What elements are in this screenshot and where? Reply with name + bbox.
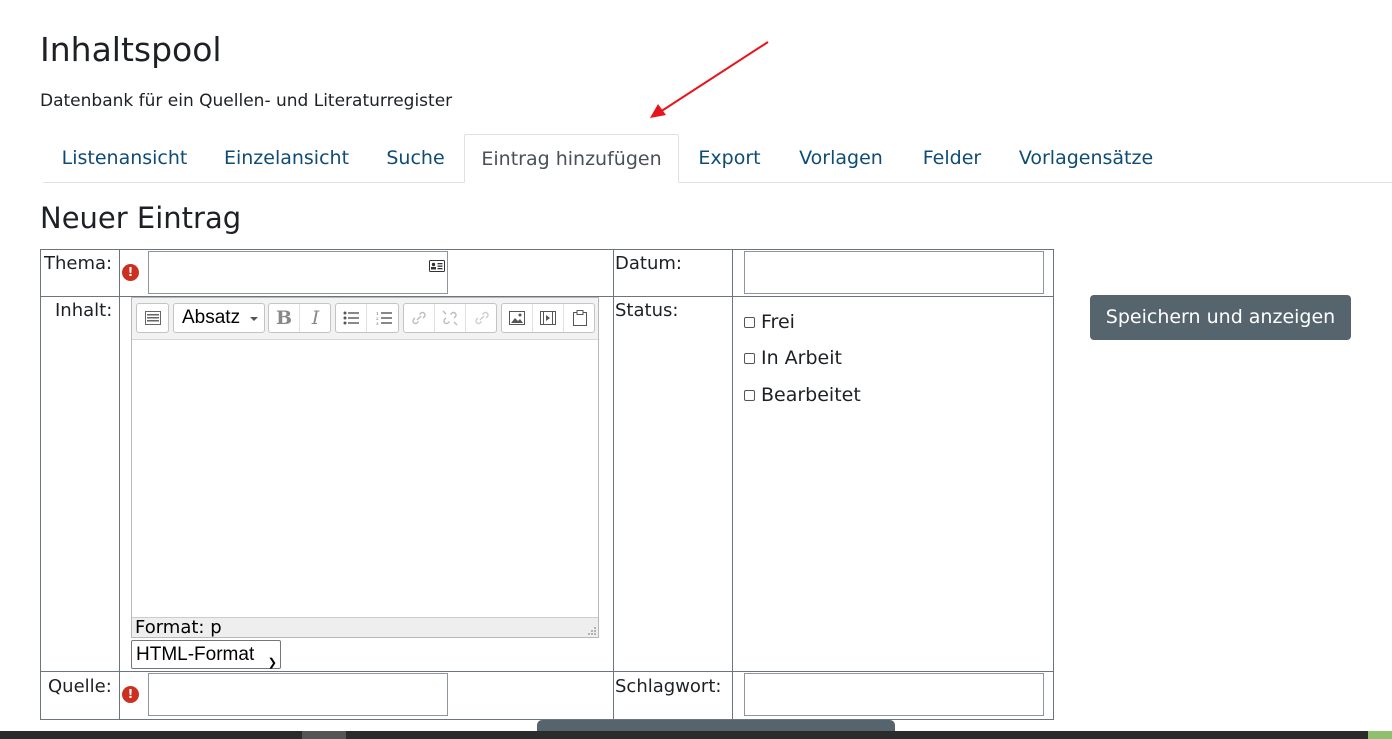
toolbar-group [136, 303, 169, 333]
taskbar-indicator [1368, 731, 1392, 739]
tab-felder[interactable]: Felder [902, 134, 1002, 182]
inhalt-label: Inhalt: [55, 300, 113, 321]
status-option-bearbeitet[interactable]: Bearbeitet [744, 384, 861, 406]
format-select[interactable]: HTML-Format ❯ [131, 640, 281, 669]
format-select-value: HTML-Format [136, 644, 255, 665]
statusbar-text: Format: p [135, 617, 222, 638]
bullet-list-icon[interactable] [336, 304, 367, 332]
bottom-taskbar [0, 731, 1392, 739]
italic-icon[interactable]: I [300, 304, 331, 332]
toolbar-group [501, 303, 595, 333]
checkbox-label: In Arbeit [761, 347, 842, 369]
tab-bar: Listenansicht Einzelansicht Suche Eintra… [43, 134, 1392, 183]
required-icon: ! [122, 686, 139, 703]
datum-label: Datum: [615, 253, 682, 274]
table-divider [732, 250, 733, 719]
anchor-icon[interactable] [466, 304, 497, 332]
quelle-input[interactable] [148, 673, 448, 716]
tab-listenansicht[interactable]: Listenansicht [43, 134, 206, 182]
svg-text:3: 3 [376, 321, 379, 325]
editor-statusbar: Format: p [132, 617, 598, 638]
tab-eintrag-hinzufuegen[interactable]: Eintrag hinzufügen [464, 134, 679, 183]
schlagwort-label: Schlagwort: [615, 676, 722, 697]
table-divider [613, 250, 614, 719]
media-icon[interactable] [533, 304, 564, 332]
checkbox[interactable] [744, 352, 755, 364]
tab-vorlagensaetze[interactable]: Vorlagensätze [1002, 134, 1170, 182]
table-divider [119, 250, 120, 719]
image-icon[interactable] [502, 304, 533, 332]
paragraph-style-dropdown[interactable]: Absatz [173, 303, 265, 333]
status-option-frei[interactable]: Frei [744, 311, 795, 333]
page-title: Inhaltspool [40, 30, 222, 69]
page-description: Datenbank für ein Quellen- und Literatur… [40, 91, 453, 111]
toolbar-group [403, 303, 497, 333]
paragraph-style-label: Absatz [182, 307, 241, 328]
table-divider [41, 671, 1053, 672]
status-label: Status: [615, 300, 679, 321]
checkbox-label: Bearbeitet [761, 384, 861, 406]
required-icon: ! [122, 264, 139, 281]
tab-export[interactable]: Export [679, 134, 780, 182]
tab-einzelansicht[interactable]: Einzelansicht [206, 134, 367, 182]
schlagwort-input[interactable] [744, 673, 1044, 716]
tab-suche[interactable]: Suche [367, 134, 464, 182]
quelle-label: Quelle: [48, 676, 112, 697]
tab-vorlagen[interactable]: Vorlagen [780, 134, 902, 182]
status-option-in-arbeit[interactable]: In Arbeit [744, 347, 842, 369]
datum-input[interactable] [744, 251, 1044, 294]
unlink-icon[interactable] [435, 304, 466, 332]
checkbox-label: Frei [761, 311, 795, 333]
editor-toolbar: Absatz B I 123 [132, 298, 598, 340]
chevron-down-icon [250, 317, 258, 321]
taskbar-item[interactable] [302, 731, 346, 739]
checkbox[interactable] [744, 316, 755, 328]
thema-input[interactable] [148, 251, 448, 294]
resize-grip-icon[interactable] [585, 624, 597, 636]
bold-icon[interactable]: B [269, 304, 300, 332]
annotation-arrow [650, 41, 769, 118]
paste-icon[interactable] [564, 304, 595, 332]
link-icon[interactable] [404, 304, 435, 332]
numbered-list-icon[interactable]: 123 [368, 304, 399, 332]
thema-label: Thema: [44, 253, 113, 274]
rich-text-editor: Absatz B I 123 Format: p [131, 297, 599, 638]
contact-card-icon [429, 260, 445, 272]
save-and-view-button[interactable]: Speichern und anzeigen [1090, 295, 1351, 340]
toolbar-group: B I [268, 303, 331, 333]
toolbar-toggle-icon[interactable] [137, 304, 168, 332]
checkbox[interactable] [744, 389, 755, 401]
section-title: Neuer Eintrag [40, 201, 242, 235]
toolbar-group: 123 [335, 303, 399, 333]
